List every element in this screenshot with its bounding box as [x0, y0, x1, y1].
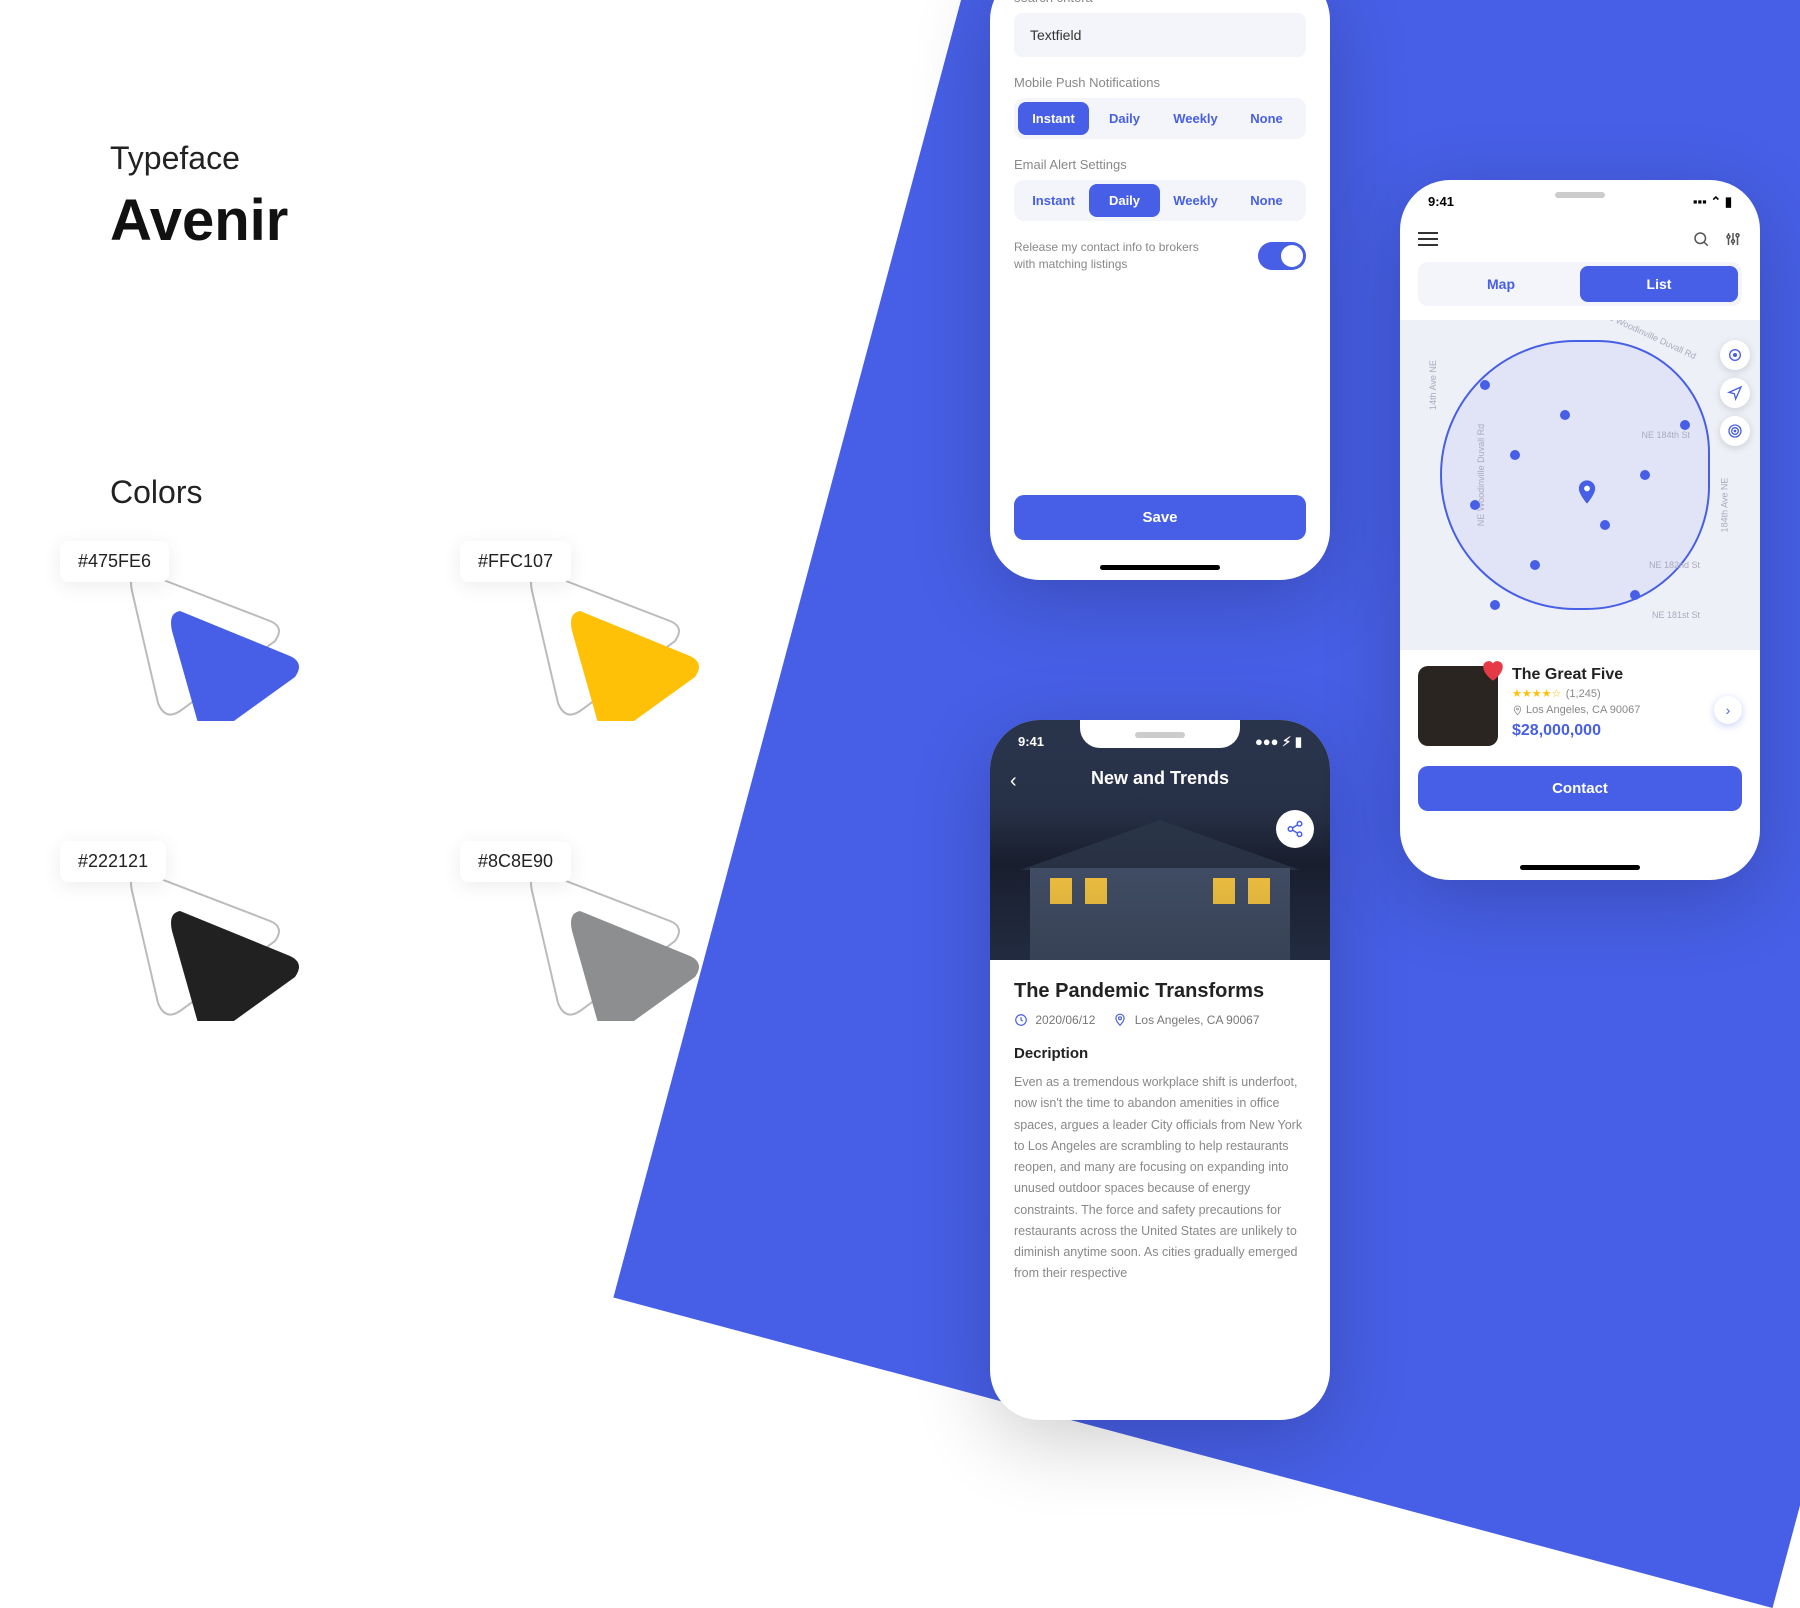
push-label: Mobile Push Notifications	[1014, 75, 1306, 90]
color-hex: #8C8E90	[460, 841, 571, 882]
status-icons: ●●● ⚡︎ ▮	[1255, 734, 1302, 750]
article-date: 2020/06/12	[1035, 1013, 1095, 1027]
road-label: NE 182nd St	[1649, 560, 1700, 570]
seg-daily[interactable]: Daily	[1089, 102, 1160, 135]
search-criteria-label: search critera	[1014, 0, 1306, 5]
pin-icon	[1512, 705, 1523, 716]
color-swatch: #8C8E90	[510, 851, 710, 1031]
listing-card[interactable]: The Great Five ★★★★☆ (1,245) Los Angeles…	[1418, 666, 1742, 746]
search-icon[interactable]	[1692, 230, 1710, 248]
road-label: NE 184th St	[1641, 430, 1690, 440]
seg-weekly[interactable]: Weekly	[1160, 102, 1231, 135]
seg-weekly[interactable]: Weekly	[1160, 184, 1231, 217]
textfield-input[interactable]: Textfield	[1014, 13, 1306, 57]
seg-instant[interactable]: Instant	[1018, 102, 1089, 135]
listing-title: The Great Five	[1512, 666, 1640, 684]
road-label: NE 181st St	[1652, 610, 1700, 620]
email-segmented: Instant Daily Weekly None	[1014, 180, 1306, 221]
filter-icon[interactable]	[1724, 230, 1742, 248]
clock-icon	[1014, 1013, 1028, 1027]
release-label: Release my contact info to brokers with …	[1014, 239, 1214, 273]
map-view[interactable]: NE Woodinville Duvall Rd NE Woodinville …	[1400, 320, 1760, 650]
settings-phone: search critera Textfield Mobile Push Not…	[990, 0, 1330, 580]
color-hex: #FFC107	[460, 541, 571, 582]
status-time: 9:41	[1018, 734, 1044, 750]
seg-none[interactable]: None	[1231, 102, 1302, 135]
listing-price: $28,000,000	[1512, 722, 1640, 740]
status-time: 9:41	[1428, 194, 1454, 210]
color-swatch: #FFC107	[510, 551, 710, 731]
seg-daily[interactable]: Daily	[1089, 184, 1160, 217]
map-pin-icon	[1573, 478, 1601, 511]
color-swatch: #475FE6	[110, 551, 310, 731]
contact-button[interactable]: Contact	[1418, 766, 1742, 811]
typeface-label: Typeface	[110, 140, 710, 177]
description-heading: Decription	[1014, 1045, 1306, 1062]
chevron-right-icon[interactable]: ›	[1714, 696, 1742, 724]
star-icon: ★★★★☆	[1512, 688, 1561, 700]
listing-location: Los Angeles, CA 90067	[1526, 704, 1640, 716]
menu-icon[interactable]	[1418, 232, 1438, 246]
seg-none[interactable]: None	[1231, 184, 1302, 217]
typeface-name: Avenir	[110, 187, 710, 254]
share-icon[interactable]	[1276, 810, 1314, 848]
road-label: NE Woodinville Duvall Rd	[1476, 424, 1486, 526]
push-segmented: Instant Daily Weekly None	[1014, 98, 1306, 139]
map-phone: 9:41 ▪▪▪ ⌃ ▮ Map List NE Woodinville Duva…	[1400, 180, 1760, 880]
status-icons: ▪▪▪ ⌃ ▮	[1693, 194, 1732, 210]
article-body: Even as a tremendous workplace shift is …	[1014, 1072, 1306, 1285]
navigate-icon[interactable]	[1720, 378, 1750, 408]
colors-heading: Colors	[110, 474, 710, 511]
color-hex: #222121	[60, 841, 166, 882]
pin-icon	[1113, 1013, 1127, 1027]
article-title: The Pandemic Transforms	[1014, 980, 1306, 1003]
road-label: 184th Ave NE	[1720, 478, 1730, 533]
release-toggle[interactable]	[1258, 242, 1306, 270]
color-swatch: #222121	[110, 851, 310, 1031]
article-phone: 9:41●●● ⚡︎ ▮ ‹ New and Trends The Pandem…	[990, 720, 1330, 1420]
tab-list[interactable]: List	[1580, 266, 1738, 302]
nav-title: New and Trends	[990, 768, 1330, 789]
radar-icon[interactable]	[1720, 416, 1750, 446]
tab-map[interactable]: Map	[1422, 266, 1580, 302]
listing-thumb	[1418, 666, 1498, 746]
email-label: Email Alert Settings	[1014, 157, 1306, 172]
locate-icon[interactable]	[1720, 340, 1750, 370]
road-label: 14th Ave NE	[1428, 360, 1438, 410]
color-hex: #475FE6	[60, 541, 169, 582]
review-count: (1,245)	[1566, 688, 1601, 700]
seg-instant[interactable]: Instant	[1018, 184, 1089, 217]
article-location: Los Angeles, CA 90067	[1135, 1013, 1260, 1027]
save-button[interactable]: Save	[1014, 495, 1306, 540]
heart-icon[interactable]	[1480, 658, 1506, 684]
